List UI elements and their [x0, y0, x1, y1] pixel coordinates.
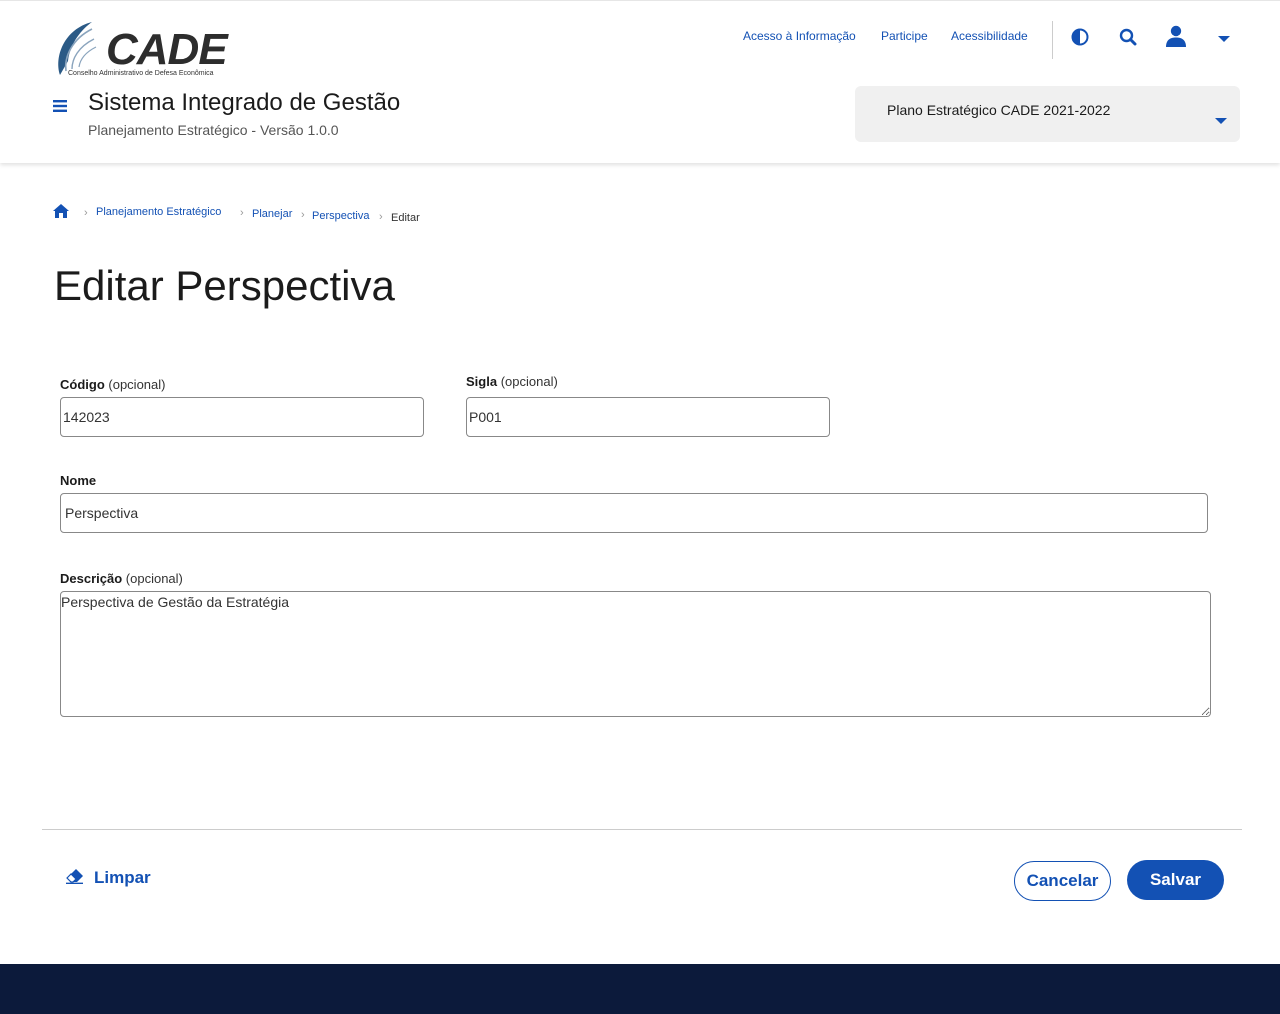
descricao-label-text: Descrição — [60, 571, 123, 586]
link-acesso-informacao[interactable]: Acesso à Informação — [743, 29, 856, 43]
system-subtitle: Planejamento Estratégico - Versão 1.0.0 — [88, 122, 339, 138]
cade-logo[interactable]: CADE Conselho Administrativo de Defesa E… — [52, 17, 242, 79]
search-icon[interactable] — [1116, 25, 1140, 49]
sigla-label-text: Sigla — [466, 374, 498, 389]
breadcrumb-link-planejar[interactable]: Planejar — [252, 208, 292, 220]
codigo-label: Código (opcional) — [60, 377, 165, 392]
contrast-icon[interactable] — [1068, 25, 1092, 49]
nome-label: Nome — [60, 473, 96, 488]
clear-button-label: Limpar — [94, 868, 151, 887]
codigo-optional: (opcional) — [108, 377, 166, 392]
home-icon[interactable] — [52, 203, 70, 221]
page-title: Editar Perspectiva — [54, 262, 395, 309]
sigla-input[interactable] — [466, 397, 830, 437]
clear-button[interactable]: Limpar — [66, 866, 151, 890]
breadcrumb-link-planejamento[interactable]: Planejamento Estratégico — [96, 206, 221, 218]
cancel-button[interactable]: Cancelar — [1014, 861, 1111, 901]
chevron-right-icon: › — [301, 209, 305, 221]
plan-select[interactable]: Plano Estratégico CADE 2021-2022 — [855, 86, 1240, 142]
codigo-label-text: Código — [60, 377, 105, 392]
menu-icon[interactable] — [50, 96, 70, 116]
sigla-optional: (opcional) — [500, 374, 558, 389]
chevron-down-icon — [1215, 112, 1227, 130]
chevron-right-icon: › — [379, 211, 383, 223]
caret-down-icon[interactable] — [1212, 27, 1236, 51]
header-divider — [1052, 21, 1053, 59]
logo-subtitle: Conselho Administrativo de Defesa Econôm… — [68, 70, 214, 77]
eraser-icon — [66, 868, 84, 889]
system-title: Sistema Integrado de Gestão — [88, 89, 401, 116]
save-button[interactable]: Salvar — [1127, 860, 1224, 900]
descricao-optional: (opcional) — [125, 571, 183, 586]
breadcrumb-link-perspectiva[interactable]: Perspectiva — [312, 210, 369, 222]
descricao-label: Descrição (opcional) — [60, 571, 183, 586]
sigla-label: Sigla (opcional) — [466, 374, 558, 389]
descricao-textarea[interactable]: Perspectiva de Gestão da Estratégia — [60, 591, 1211, 717]
breadcrumb-current: Editar — [391, 212, 420, 224]
link-acessibilidade[interactable]: Acessibilidade — [951, 29, 1028, 43]
breadcrumb: › Planejamento Estratégico › Planejar › … — [52, 203, 652, 225]
site-header: CADE Conselho Administrativo de Defesa E… — [0, 0, 1280, 163]
chevron-right-icon: › — [84, 207, 88, 219]
link-participe[interactable]: Participe — [881, 29, 928, 43]
site-footer — [0, 964, 1280, 1014]
user-icon[interactable] — [1163, 23, 1189, 49]
codigo-input[interactable] — [60, 397, 424, 437]
plan-select-value: Plano Estratégico CADE 2021-2022 — [887, 102, 1111, 118]
chevron-right-icon: › — [240, 207, 244, 219]
form-divider — [42, 829, 1242, 830]
nome-label-text: Nome — [60, 473, 97, 488]
nome-input[interactable] — [60, 493, 1208, 533]
